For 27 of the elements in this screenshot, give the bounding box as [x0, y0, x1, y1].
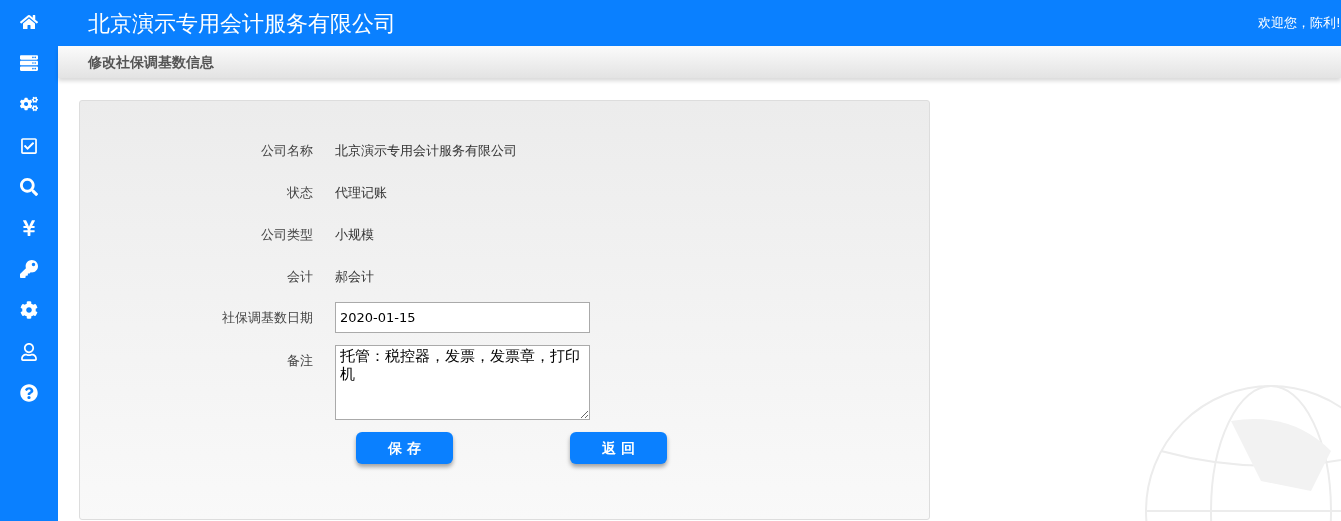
welcome-text: 欢迎您，陈利!	[1257, 14, 1341, 33]
remarks-text-area[interactable]: 托管：税控器，发票，发票章，打印机	[335, 345, 590, 420]
company-title: 北京演示专用会计服务有限公司	[88, 9, 396, 38]
gears-icon[interactable]	[20, 95, 38, 114]
save-button[interactable]: 保 存	[356, 432, 453, 464]
field-label: 公司类型	[260, 226, 314, 245]
key-icon[interactable]	[20, 260, 38, 279]
yen-icon[interactable]	[20, 218, 38, 237]
search-icon[interactable]	[20, 177, 38, 196]
checkbox-icon[interactable]	[20, 136, 38, 155]
field-label: 会计	[286, 268, 314, 287]
field-value: 小规模	[335, 226, 374, 245]
settings-icon[interactable]	[20, 301, 38, 320]
help-icon[interactable]	[20, 383, 38, 402]
field-label: 状态	[286, 184, 314, 203]
back-button[interactable]: 返 回	[570, 432, 667, 464]
page-title: 修改社保调基数信息	[88, 52, 214, 72]
date-input-field[interactable]: 2020-01-15	[335, 302, 590, 333]
field-value: 郝会计	[335, 268, 374, 287]
field-label: 社保调基数日期	[221, 309, 314, 327]
user-icon[interactable]	[20, 342, 38, 361]
server-icon[interactable]	[20, 54, 38, 73]
field-label: 备注	[286, 352, 314, 370]
field-value: 北京演示专用会计服务有限公司	[335, 142, 517, 161]
home-icon[interactable]	[20, 13, 38, 31]
field-label: 公司名称	[260, 142, 314, 161]
field-value: 代理记账	[335, 184, 387, 203]
